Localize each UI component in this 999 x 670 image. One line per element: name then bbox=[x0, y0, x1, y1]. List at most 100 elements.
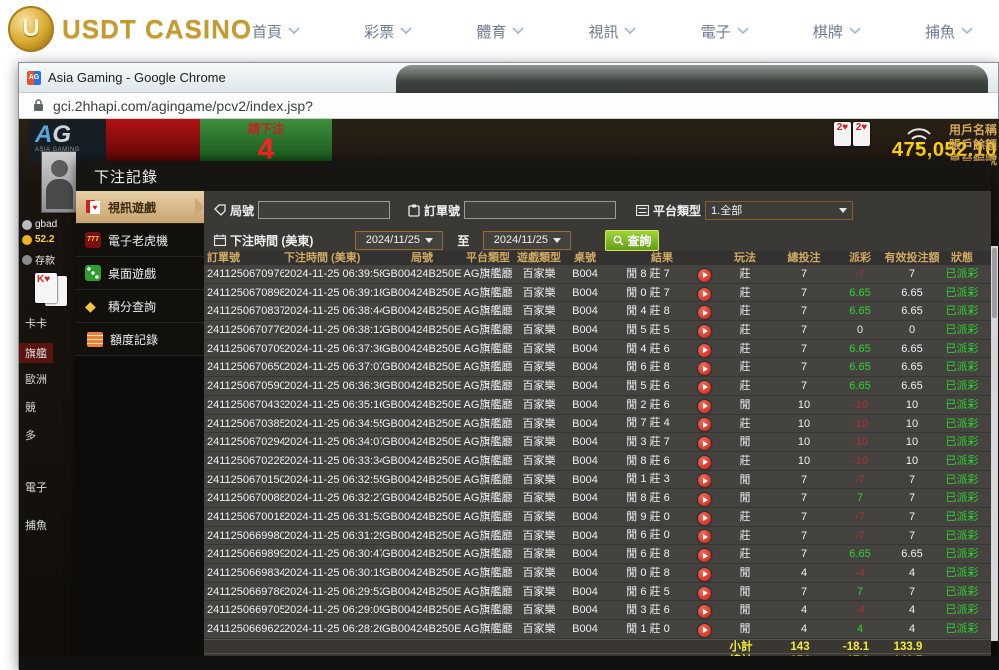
sidebar-tab[interactable]: 桌面遊戲 bbox=[76, 257, 204, 290]
play-video-icon[interactable] bbox=[698, 418, 711, 431]
play-video-icon[interactable] bbox=[698, 362, 711, 375]
cell-table-no: B004 bbox=[564, 396, 606, 414]
result-text: 閒 3 莊 6 bbox=[606, 601, 690, 619]
cell-total-bet: 10 bbox=[772, 396, 836, 414]
sidebar-tab[interactable]: 視訊遊戲 bbox=[76, 191, 204, 224]
play-video-icon[interactable] bbox=[698, 474, 711, 487]
cell-payout: 6.65 bbox=[836, 358, 884, 376]
cell-table-no: B004 bbox=[564, 340, 606, 358]
cell-order: 241125067059039 bbox=[204, 377, 284, 395]
deposit-button[interactable]: 存款 bbox=[22, 252, 55, 267]
order-input[interactable] bbox=[464, 201, 616, 219]
cell-valid-bet: 6.65 bbox=[884, 284, 940, 302]
sidebar-tab[interactable]: 積分查詢 bbox=[76, 290, 204, 323]
table-row: 2411250670018212024-11-25 06:31:53GB0042… bbox=[204, 508, 991, 527]
cell-game: 百家樂 bbox=[514, 620, 564, 638]
play-video-icon[interactable] bbox=[698, 306, 711, 319]
play-video-icon[interactable] bbox=[698, 587, 711, 600]
cell-table-no: B004 bbox=[564, 489, 606, 507]
play-video-icon[interactable] bbox=[698, 288, 711, 301]
person-icon bbox=[22, 220, 32, 230]
cell-play-type: 莊 bbox=[718, 321, 772, 339]
round-input[interactable] bbox=[258, 201, 390, 219]
usdt-coin-icon: U bbox=[8, 6, 54, 52]
result-text: 閒 1 莊 3 bbox=[606, 471, 690, 489]
lobby-menu-item[interactable]: 電子 bbox=[25, 479, 47, 495]
scrollbar-thumb[interactable] bbox=[992, 248, 997, 318]
sidebar-tab-label: 積分查詢 bbox=[108, 298, 156, 315]
lobby-menu-item[interactable]: 捕魚 bbox=[25, 517, 47, 533]
cell-time: 2024-11-25 06:39:18 bbox=[284, 284, 382, 302]
cell-platform: AG旗艦廳 bbox=[462, 265, 514, 283]
cell-game: 百家樂 bbox=[514, 489, 564, 507]
lobby-menu-item[interactable]: 競 bbox=[25, 399, 36, 415]
play-video-icon[interactable] bbox=[698, 456, 711, 469]
date-to-select[interactable]: 2024/11/25 bbox=[483, 231, 571, 250]
play-video-icon[interactable] bbox=[698, 549, 711, 562]
cell-platform: AG旗艦廳 bbox=[462, 415, 514, 433]
nav-item[interactable]: 電子 bbox=[701, 21, 749, 42]
cell-table-no: B004 bbox=[564, 302, 606, 320]
cell-table-no: B004 bbox=[564, 358, 606, 376]
lobby-menu-item[interactable]: 卡卡 bbox=[25, 315, 47, 331]
play-video-icon[interactable] bbox=[698, 624, 711, 637]
play-video-icon[interactable] bbox=[698, 437, 711, 450]
modal-title: 下注記錄 bbox=[76, 161, 991, 191]
cell-total-bet: 7 bbox=[772, 358, 836, 376]
tag-icon bbox=[214, 204, 226, 216]
nav-item-label: 體育 bbox=[476, 21, 506, 42]
deposit-icon bbox=[22, 255, 32, 265]
search-button[interactable]: 查詢 bbox=[605, 230, 659, 251]
cell-payout: 0 bbox=[836, 321, 884, 339]
cell-result: 閒 8 莊 7 bbox=[606, 265, 718, 283]
lobby-menu-item[interactable]: 歐洲 bbox=[25, 371, 47, 387]
cell-game: 百家樂 bbox=[514, 396, 564, 414]
column-header: 遊戲類型 bbox=[514, 251, 564, 265]
column-header: 平台類型 bbox=[462, 251, 514, 265]
browser-urlbar[interactable]: gci.2hhapi.com/agingame/pcv2/index.jsp? bbox=[19, 93, 998, 119]
play-video-icon[interactable] bbox=[698, 530, 711, 543]
play-video-icon[interactable] bbox=[698, 325, 711, 338]
play-video-icon[interactable] bbox=[698, 400, 711, 413]
cell-valid-bet: 4 bbox=[884, 620, 940, 638]
cell-result: 閒 4 莊 6 bbox=[606, 340, 718, 358]
play-video-icon[interactable] bbox=[698, 568, 711, 581]
play-video-icon[interactable] bbox=[698, 269, 711, 282]
lobby-menu-item[interactable]: 旗艦 bbox=[19, 343, 53, 363]
play-video-icon[interactable] bbox=[698, 344, 711, 357]
nav-item[interactable]: 視訊 bbox=[588, 21, 636, 42]
column-header: 總投注 bbox=[772, 251, 836, 265]
nav-item[interactable]: 體育 bbox=[476, 21, 524, 42]
nav-item[interactable]: 首頁 bbox=[252, 21, 300, 42]
nav-item[interactable]: 捕魚 bbox=[925, 21, 973, 42]
countdown-number: 4 bbox=[200, 137, 332, 163]
cell-round: GB00424B250ED bbox=[382, 583, 462, 601]
cell-order: 241125067077673 bbox=[204, 321, 284, 339]
play-video-icon[interactable] bbox=[698, 512, 711, 525]
cell-time: 2024-11-25 06:34:07 bbox=[284, 433, 382, 451]
cell-game: 百家樂 bbox=[514, 583, 564, 601]
nav-item[interactable]: 棋牌 bbox=[813, 21, 861, 42]
nav-item[interactable]: 彩票 bbox=[364, 21, 412, 42]
play-video-icon[interactable] bbox=[698, 381, 711, 394]
money-bag-icon bbox=[22, 235, 32, 245]
sum-bet: 143 bbox=[768, 640, 832, 653]
cell-table-no: B004 bbox=[564, 284, 606, 302]
cell-payout: -7 bbox=[836, 471, 884, 489]
sidebar-tab[interactable]: 額度記錄 bbox=[76, 323, 204, 356]
sidebar-tab[interactable]: 電子老虎機 bbox=[76, 224, 204, 257]
table-row: 2411250670776732024-11-25 06:38:12GB0042… bbox=[204, 321, 991, 340]
lobby-menu-item[interactable]: 多 bbox=[25, 427, 36, 443]
play-video-icon[interactable] bbox=[698, 493, 711, 506]
cell-order: 241125067001821 bbox=[204, 508, 284, 526]
play-video-icon[interactable] bbox=[698, 605, 711, 618]
scrollbar[interactable] bbox=[991, 246, 998, 641]
cell-status: 已派彩 bbox=[940, 377, 984, 395]
browser-titlebar[interactable]: AG Asia Gaming - Google Chrome bbox=[19, 63, 998, 93]
lock-icon bbox=[33, 99, 44, 112]
platform-select[interactable]: 1.全部 bbox=[705, 201, 853, 220]
date-from-select[interactable]: 2024/11/25 bbox=[355, 231, 443, 250]
cell-platform: AG旗艦廳 bbox=[462, 489, 514, 507]
result-text: 閒 6 莊 8 bbox=[606, 358, 690, 376]
cell-status: 已派彩 bbox=[940, 564, 984, 582]
